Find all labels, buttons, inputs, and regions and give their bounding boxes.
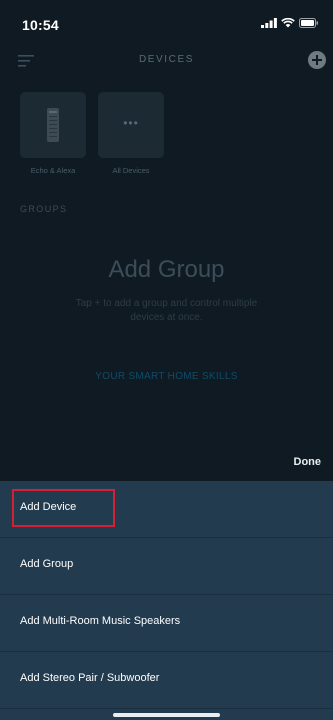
add-device-item[interactable]: Add Device: [0, 481, 333, 538]
add-group-item[interactable]: Add Group: [0, 538, 333, 595]
device-tiles: Echo & Alexa ••• All Devices: [20, 92, 164, 175]
tile-echo-box[interactable]: [20, 92, 86, 158]
tile-echo-alexa[interactable]: Echo & Alexa: [20, 92, 86, 175]
wifi-icon: [281, 18, 295, 28]
sheet-item-label: Add Device: [20, 501, 77, 513]
add-stereo-pair-item[interactable]: Add Stereo Pair / Subwoofer: [0, 652, 333, 709]
add-icon[interactable]: [307, 50, 327, 70]
status-icons: [261, 18, 319, 28]
action-sheet: Add Device Add Group Add Multi-Room Musi…: [0, 481, 333, 720]
tile-label: All Devices: [112, 166, 150, 175]
add-multi-room-speakers-item[interactable]: Add Multi-Room Music Speakers: [0, 595, 333, 652]
empty-state-description: Tap + to add a group and control multipl…: [75, 298, 258, 323]
done-button[interactable]: Done: [294, 456, 322, 468]
status-time: 10:54: [22, 17, 59, 33]
signal-icon: [261, 18, 277, 28]
page-title: DEVICES: [138, 54, 195, 65]
status-bar: 10:54: [0, 0, 333, 40]
battery-icon: [299, 18, 318, 28]
more-dots-icon: •••: [123, 116, 139, 130]
sheet-item-label: Add Multi-Room Music Speakers: [20, 615, 181, 627]
home-indicator[interactable]: [113, 713, 220, 717]
header: DEVICES: [0, 46, 333, 76]
sheet-item-label: Add Stereo Pair / Subwoofer: [20, 672, 160, 684]
tile-all-box[interactable]: •••: [98, 92, 164, 158]
empty-state-title: Add Group: [108, 256, 225, 283]
tile-label: Echo & Alexa: [30, 166, 76, 175]
echo-device-icon: [47, 108, 59, 142]
groups-section-label: GROUPS: [20, 204, 68, 214]
tile-all-devices[interactable]: ••• All Devices: [98, 92, 164, 175]
devices-screen: 10:54 DEVICES Echo & Alexa ••• All Devic…: [0, 0, 333, 720]
smart-home-skills-link[interactable]: YOUR SMART HOME SKILLS: [0, 371, 333, 382]
sheet-item-label: Add Group: [20, 558, 74, 570]
